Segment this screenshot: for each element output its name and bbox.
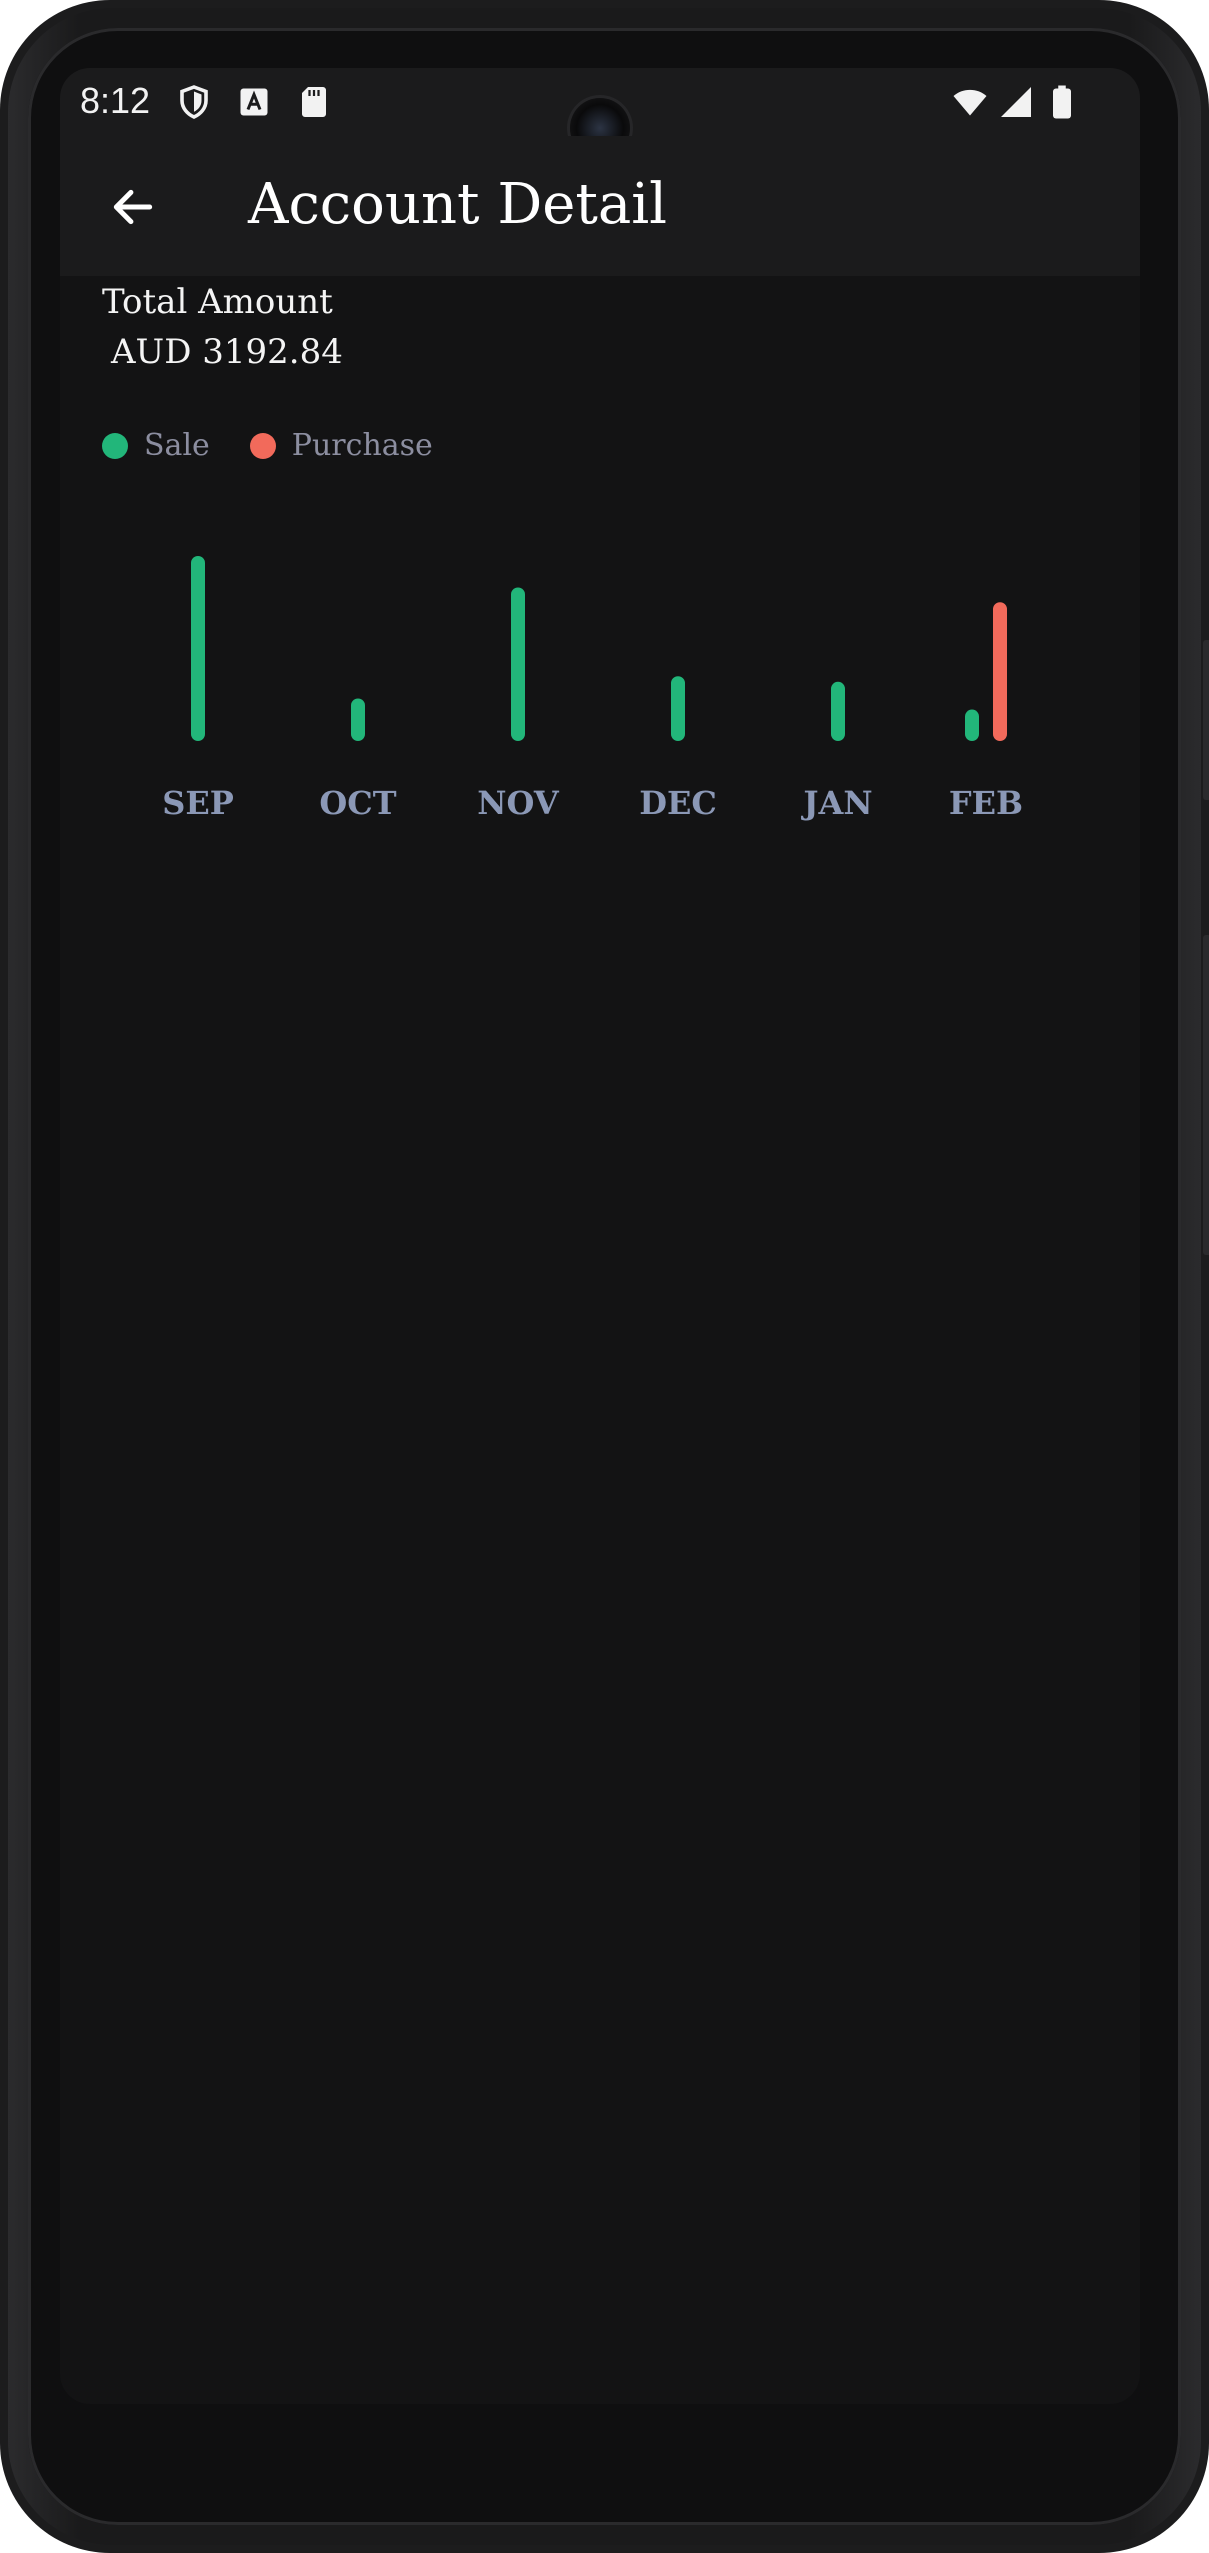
status-bar: 8:12: [60, 68, 1140, 158]
app-bar: Account Detail: [60, 136, 1140, 276]
power-button: [1203, 935, 1209, 1255]
chart-legend: Sale Purchase: [102, 428, 473, 463]
sale-dot-icon: [102, 432, 128, 459]
back-button[interactable]: [98, 172, 168, 242]
legend-label-sale: Sale: [144, 428, 210, 463]
signal-icon: [1001, 87, 1031, 117]
sd-card-icon: [302, 87, 326, 117]
month-label-jan: JAN: [800, 784, 872, 822]
wifi-icon: [953, 89, 987, 116]
sale-bar-nov: [511, 587, 525, 741]
font-a-icon: [240, 88, 268, 116]
total-amount-value: AUD 3192.84: [111, 332, 343, 372]
status-time: 8:12: [80, 80, 151, 121]
legend-item-sale: Sale: [102, 428, 210, 463]
sale-bar-sep: [191, 556, 205, 741]
sale-bar-jan: [831, 681, 845, 741]
sale-bar-oct: [351, 698, 365, 741]
page-title: Account Detail: [248, 172, 668, 237]
monthly-bar-chart: SEP OCT NOV DEC JAN FEB: [60, 498, 1140, 858]
legend-label-purchase: Purchase: [291, 428, 433, 463]
month-label-oct: OCT: [319, 784, 396, 822]
month-label-nov: NOV: [477, 784, 560, 822]
chart-canvas: SEP OCT NOV DEC JAN FEB: [162, 556, 1023, 822]
volume-button: [1203, 640, 1209, 800]
month-label-dec: DEC: [639, 784, 717, 822]
sale-bar-dec: [671, 676, 685, 741]
device-frame: 8:12 Account Detail Total Amount AUD 319…: [0, 0, 1209, 2553]
screen: 8:12 Account Detail Total Amount AUD 319…: [60, 68, 1140, 2404]
purchase-dot-icon: [249, 432, 276, 459]
total-amount-label: Total Amount: [102, 282, 333, 322]
arrow-left-icon: [113, 189, 153, 225]
month-label-sep: SEP: [162, 784, 234, 822]
month-label-feb: FEB: [949, 784, 1023, 822]
battery-icon: [1053, 85, 1071, 119]
legend-item-purchase: Purchase: [249, 428, 433, 463]
shield-icon: [180, 85, 208, 119]
sale-bar-feb: [965, 709, 979, 741]
purchase-bar-feb: [993, 602, 1007, 741]
